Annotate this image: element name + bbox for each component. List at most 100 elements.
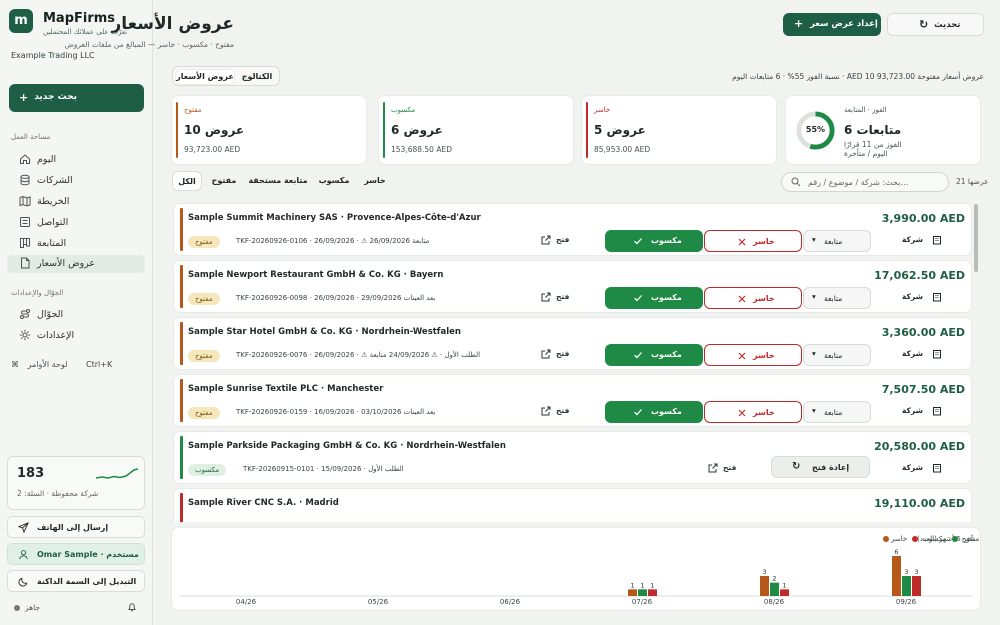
open-quote-link[interactable]: فتح [541,292,569,302]
kpi-label: خاسر [594,106,611,114]
open-quote-link[interactable]: فتح [541,349,569,359]
chart-bar [902,576,911,596]
reopen-button[interactable]: ↻ إعادة فتح [771,456,870,478]
followup-dropdown[interactable]: ▾ متابعة [803,287,871,309]
filter-followup-due[interactable]: متابعة مستحقة [246,171,310,191]
status-text: جاهز [25,603,41,612]
quote-card[interactable]: Sample Parkside Packaging GmbH & Co. KG … [174,432,971,483]
building-icon [932,407,941,416]
chevron-down-icon: ▾ [812,292,816,301]
dark-mode-button[interactable]: التبديل إلى السمة الداكنة [7,570,145,592]
user-button[interactable]: Omar Sample · مستخدم [7,543,145,565]
search-input[interactable]: بحث: شركة / موضوع / رقم… [781,172,949,192]
sparkline [96,468,138,479]
nav-item-mobile[interactable]: الجوّال [7,306,145,324]
filter-lost[interactable]: خاسر [358,171,392,191]
chart-bar [648,589,657,596]
nav-item-companies[interactable]: الشركات [7,172,145,190]
followup-label: متابعة [824,294,843,303]
company-button[interactable]: شركة [902,406,941,416]
bar-value-label: 1 [640,581,644,589]
open-quote-link[interactable]: فتح [541,235,569,245]
open-quote-link[interactable]: فتح [541,406,569,416]
filter-won[interactable]: مكسوب [314,171,354,191]
quote-amount: 19,110.00 AED [874,497,965,510]
nav-label: عروض الأسعار [37,258,96,269]
company-button[interactable]: شركة [902,463,941,473]
nav-label: الإعدادات [37,330,75,341]
quote-status-accent [180,322,183,365]
nav-item-settings[interactable]: الإعدادات [7,327,145,345]
quote-card[interactable]: Sample Summit Machinery SAS · Provence-A… [174,204,971,255]
kanban-icon [20,238,30,248]
mark-won-button[interactable]: مكسوب [605,344,703,366]
quote-card[interactable]: Sample Star Hotel GmbH & Co. KG · Nordrh… [174,318,971,369]
tab-catalog[interactable]: الكتالوج [237,70,277,84]
quote-card[interactable]: Sample Newport Restaurant GmbH & Co. KG … [174,261,971,312]
mark-lost-button[interactable]: خاسر [704,401,802,423]
plus-icon: + [794,17,804,30]
mark-lost-button[interactable]: خاسر [704,230,802,252]
external-link-icon [541,292,551,302]
won-label: مكسوب [651,236,682,245]
nav-item-map[interactable]: الخريطة [7,193,145,211]
lost-label: خاسر [753,294,775,303]
chart-bar [628,589,637,596]
company-button[interactable]: شركة [902,349,941,359]
database-icon [20,174,30,186]
chevron-down-icon: ▾ [812,349,816,358]
kpi-count: عروض 5 [594,123,646,137]
nav-item-outreach[interactable]: التواصل [7,214,145,232]
filter-all[interactable]: الكل [172,171,202,191]
nav-item-followup[interactable]: المتابعة [7,235,145,253]
bell-icon[interactable] [127,602,137,612]
kpi-label: مكسوب [391,106,416,114]
open-quote-link[interactable]: فتح [708,463,737,473]
open-label: فتح [723,463,737,472]
refresh-button[interactable]: ↻ تحديث [887,13,984,36]
quote-company: Sample Sunrise Textile PLC · Manchester [188,384,384,394]
mark-lost-button[interactable]: خاسر [704,287,802,309]
mark-won-button[interactable]: مكسوب [605,287,703,309]
filter-open[interactable]: مفتوح [206,171,242,191]
command-palette[interactable]: ⌘ لوحة الأوامر Ctrl+K [11,360,112,369]
nav-item-today[interactable]: اليوم [7,151,145,169]
monthly-chart: آخر 6 أشهر (العدد) مفتوح مكسوب خاسر 04/2… [172,528,980,610]
search-icon [791,177,801,187]
kpi-won[interactable]: مكسوب عروض 6 153,688.50 AED [379,96,573,164]
followup-dropdown[interactable]: ▾ متابعة [803,344,871,366]
status-badge: مفتوح [188,407,220,419]
kpi-amount: 93,723.00 AED [184,145,241,154]
kpi-lost[interactable]: خاسر عروض 5 85,953.00 AED [582,96,776,164]
sidebar: m MapFirms تعرّف على عملائك المحتملين Ex… [0,0,153,625]
list-scrollbar[interactable] [974,204,978,272]
mark-lost-button[interactable]: خاسر [704,344,802,366]
quote-list: Sample Summit Machinery SAS · Provence-A… [172,200,980,522]
company-button[interactable]: شركة [902,292,941,302]
lost-label: خاسر [753,351,775,360]
create-quote-button[interactable]: + إعداد عرض سعر [783,13,881,36]
kpi-open[interactable]: مفتوح عروض 10 93,723.00 AED [172,96,366,164]
new-search-button[interactable]: + بحث جديد [9,84,144,112]
saved-label: شركة محفوظة · السلة: 2 [17,489,99,498]
mark-won-button[interactable]: مكسوب [605,230,703,252]
mark-won-button[interactable]: مكسوب [605,401,703,423]
external-link-icon [541,406,551,416]
tab-quotes[interactable]: عروض الأسعار [176,70,234,84]
status-badge: مفتوح [188,236,220,248]
kpi-detail: الفوز من 11 قرارًا اليوم / متأخرة [844,140,902,158]
company-button[interactable]: شركة [902,235,941,245]
followup-dropdown[interactable]: ▾ متابعة [803,230,871,252]
nav-item-quotes[interactable]: عروض الأسعار [7,255,145,273]
chart-bar [770,582,779,596]
kpi-win-rate[interactable]: 55% الفوز · المتابعة متابعات 6 الفوز من … [786,96,980,164]
quote-company: Sample Star Hotel GmbH & Co. KG · Nordrh… [188,327,461,337]
status-badge: مكسوب [188,464,227,476]
quote-card[interactable]: Sample Sunrise Textile PLC · Manchester 7… [174,375,971,426]
send-to-phone-button[interactable]: إرسال إلى الهاتف [7,516,145,538]
quote-card[interactable]: Sample River CNC S.A. · Madrid 19,110.00 … [174,489,971,522]
page-subtitle: مفتوح · مكسوب · خاسر — المبالغ من ملفات … [64,40,234,49]
win-rate-value: 55% [805,125,826,134]
bar-value-label: 3 [762,568,766,576]
followup-dropdown[interactable]: ▾ متابعة [803,401,871,423]
